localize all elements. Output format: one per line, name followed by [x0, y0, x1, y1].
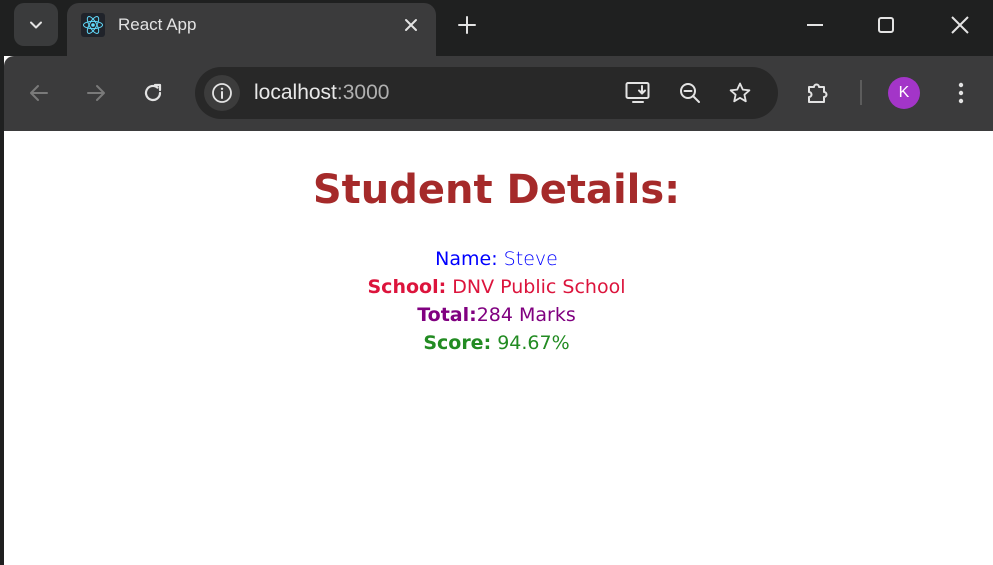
plus-icon — [458, 16, 476, 34]
bookmark-button[interactable] — [727, 80, 753, 106]
total-value: 284 Marks — [476, 304, 576, 326]
install-app-icon — [625, 82, 650, 103]
score-value: 94.67% — [491, 332, 570, 354]
forward-button[interactable] — [83, 80, 109, 106]
close-icon — [405, 19, 417, 31]
star-icon — [729, 82, 751, 103]
puzzle-icon — [808, 83, 828, 103]
student-details: Name: Steve School: DNV Public School To… — [0, 245, 993, 357]
site-info-button[interactable] — [204, 75, 240, 111]
back-button[interactable] — [26, 80, 52, 106]
page-heading: Student Details: — [312, 167, 681, 213]
name-label: Name: — [435, 248, 498, 270]
extensions-button[interactable] — [805, 80, 831, 106]
url-host: localhost — [254, 81, 337, 104]
zoom-button[interactable] — [677, 80, 703, 106]
react-logo-icon — [81, 13, 105, 37]
school-row: School: DNV Public School — [0, 273, 993, 301]
url-port: :3000 — [336, 81, 390, 104]
total-row: Total:284 Marks — [0, 301, 993, 329]
new-tab-button[interactable] — [455, 13, 479, 37]
more-vertical-icon — [958, 82, 964, 104]
info-icon — [212, 83, 232, 103]
maximize-icon — [878, 17, 894, 33]
arrow-right-icon — [87, 85, 105, 101]
score-label: Score: — [423, 332, 492, 354]
minimize-button[interactable] — [802, 12, 828, 38]
zoom-out-icon — [680, 83, 700, 103]
url-text[interactable]: localhost:3000 — [254, 81, 389, 105]
address-bar[interactable]: localhost:3000 — [195, 67, 778, 119]
page-viewport: Student Details: Name: Steve School: DNV… — [4, 131, 993, 565]
minimize-icon — [807, 24, 823, 26]
reload-button[interactable] — [140, 80, 166, 106]
arrow-left-icon — [30, 85, 48, 101]
tab-close-button[interactable] — [400, 14, 422, 36]
install-app-button[interactable] — [625, 80, 651, 106]
school-value: DNV Public School — [446, 276, 626, 298]
browser-menu-button[interactable] — [949, 78, 973, 108]
tab-strip: React App — [0, 0, 993, 56]
name-row: Name: Steve — [0, 245, 993, 273]
maximize-button[interactable] — [873, 12, 899, 38]
toolbar-separator — [860, 80, 862, 105]
browser-toolbar: localhost:3000 K — [4, 56, 993, 131]
close-window-button[interactable] — [947, 12, 973, 38]
reload-icon — [144, 83, 162, 102]
name-value: Steve — [497, 248, 558, 270]
tab-search-button[interactable] — [14, 3, 58, 46]
score-row: Score: 94.67% — [0, 329, 993, 357]
close-icon — [951, 16, 969, 34]
chevron-down-icon — [30, 21, 42, 28]
total-label: Total: — [417, 304, 477, 326]
profile-avatar[interactable]: K — [888, 77, 920, 109]
tab-react-app[interactable]: React App — [67, 3, 436, 56]
school-label: School: — [367, 276, 447, 298]
tab-title: React App — [118, 15, 197, 34]
